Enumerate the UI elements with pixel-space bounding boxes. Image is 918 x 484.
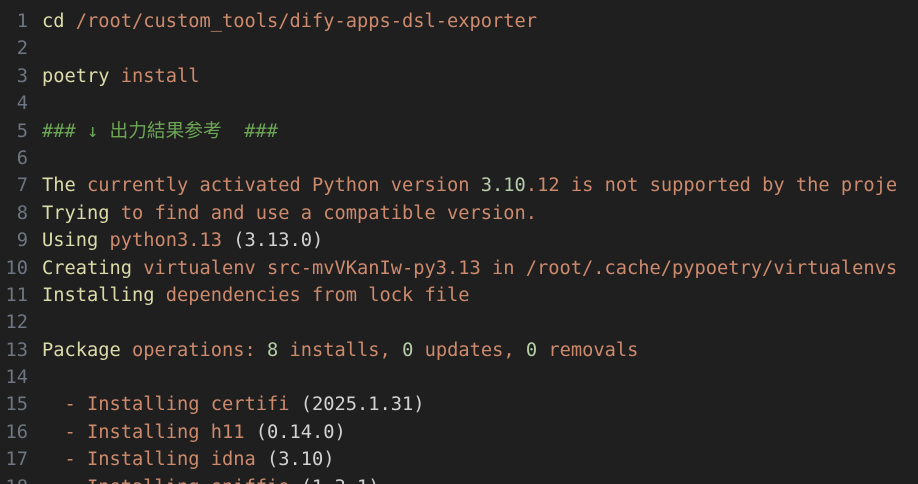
code-line[interactable]: 16 - Installing h11 (0.14.0)	[0, 419, 918, 446]
code-line[interactable]: 10 Creating virtualenv src-mvVKanIw-py3.1…	[0, 255, 918, 282]
code-line[interactable]: 3 poetry install	[0, 63, 918, 90]
line-number[interactable]: 8	[0, 200, 28, 227]
line-number[interactable]: 1	[0, 8, 28, 35]
token: installs,	[278, 340, 402, 361]
token: (1.3.1)	[301, 477, 380, 484]
token: (2025.1.31)	[301, 394, 425, 415]
line-number[interactable]: 2	[0, 35, 28, 62]
code-line-content[interactable]: - Installing sniffio (1.3.1)	[42, 474, 380, 484]
token: poetry	[42, 66, 110, 87]
line-number[interactable]: 12	[0, 309, 28, 336]
code-line[interactable]: 1 cd /root/custom_tools/dify-apps-dsl-exp…	[0, 8, 918, 35]
code-line[interactable]: 7 The currently activated Python version …	[0, 172, 918, 199]
token: updates,	[413, 340, 526, 361]
code-line-content[interactable]: poetry install	[42, 63, 200, 90]
token: dependencies from lock file	[155, 285, 470, 306]
token: cd	[42, 11, 65, 32]
code-line[interactable]: 8 Trying to find and use a compatible ver…	[0, 200, 918, 227]
token: - Installing certifi	[42, 394, 301, 415]
token: Using	[42, 230, 98, 251]
code-line-content[interactable]: cd /root/custom_tools/dify-apps-dsl-expo…	[42, 8, 537, 35]
code-editor[interactable]: 1 cd /root/custom_tools/dify-apps-dsl-exp…	[0, 0, 918, 484]
code-line[interactable]: 12	[0, 309, 918, 336]
line-number[interactable]: 17	[0, 446, 28, 473]
code-line[interactable]: 13 Package operations: 8 installs, 0 upda…	[0, 337, 918, 364]
code-line[interactable]: 5 ### ↓ 出力結果参考 ###	[0, 118, 918, 145]
code-line-content[interactable]: - Installing h11 (0.14.0)	[42, 419, 346, 446]
token: /root/custom_tools/dify-apps-dsl-exporte…	[65, 11, 538, 32]
code-line-content[interactable]: Trying to find and use a compatible vers…	[42, 200, 537, 227]
code-line-content[interactable]: Using python3.13 (3.13.0)	[42, 227, 323, 254]
token: 0	[526, 340, 537, 361]
token: currently activated Python version	[76, 175, 481, 196]
token: - Installing h11	[42, 422, 256, 443]
token: to find and use a compatible version.	[110, 203, 538, 224]
token: - Installing sniffio	[42, 477, 301, 484]
code-line-content[interactable]: Creating virtualenv src-mvVKanIw-py3.13 …	[42, 255, 897, 282]
token: ### ↓ 出力結果参考 ###	[42, 121, 278, 142]
token: (3.10)	[267, 449, 335, 470]
token: Package	[42, 340, 121, 361]
token: Installing	[42, 285, 155, 306]
code-line-content[interactable]: Installing dependencies from lock file	[42, 282, 470, 309]
line-number[interactable]: 18	[0, 474, 28, 484]
line-number[interactable]: 11	[0, 282, 28, 309]
code-line[interactable]: 11 Installing dependencies from lock file	[0, 282, 918, 309]
token: - Installing idna	[42, 449, 267, 470]
token: virtualenv src-mvVKanIw-py3.13 in /root/…	[132, 258, 897, 279]
token: 0	[402, 340, 413, 361]
token: operations:	[121, 340, 267, 361]
line-number[interactable]: 4	[0, 90, 28, 117]
line-number[interactable]: 9	[0, 227, 28, 254]
token: 3.10	[481, 175, 526, 196]
line-number[interactable]: 16	[0, 419, 28, 446]
token: Creating	[42, 258, 132, 279]
line-number[interactable]: 10	[0, 255, 28, 282]
code-line[interactable]: 2	[0, 35, 918, 62]
code-line[interactable]: 18 - Installing sniffio (1.3.1)	[0, 474, 918, 484]
token: 8	[267, 340, 278, 361]
line-number[interactable]: 6	[0, 145, 28, 172]
code-line-content[interactable]: - Installing certifi (2025.1.31)	[42, 391, 425, 418]
line-number[interactable]: 5	[0, 118, 28, 145]
token: The	[42, 175, 76, 196]
code-line-content[interactable]: ### ↓ 出力結果参考 ###	[42, 118, 278, 145]
token: Trying	[42, 203, 110, 224]
code-line[interactable]: 14	[0, 364, 918, 391]
code-line[interactable]: 15 - Installing certifi (2025.1.31)	[0, 391, 918, 418]
line-number[interactable]: 14	[0, 364, 28, 391]
line-number[interactable]: 7	[0, 172, 28, 199]
code-line[interactable]: 4	[0, 90, 918, 117]
code-line[interactable]: 17 - Installing idna (3.10)	[0, 446, 918, 473]
line-number[interactable]: 13	[0, 337, 28, 364]
line-number[interactable]: 15	[0, 391, 28, 418]
code-line-content[interactable]: The currently activated Python version 3…	[42, 172, 897, 199]
code-line-content[interactable]: - Installing idna (3.10)	[42, 446, 335, 473]
token: .12 is not supported by the proje	[526, 175, 897, 196]
code-line-content[interactable]: Package operations: 8 installs, 0 update…	[42, 337, 638, 364]
line-number[interactable]: 3	[0, 63, 28, 90]
token: (3.13.0)	[233, 230, 323, 251]
token: install	[110, 66, 200, 87]
token: python3.13	[98, 230, 233, 251]
token: (0.14.0)	[256, 422, 346, 443]
code-line[interactable]: 9 Using python3.13 (3.13.0)	[0, 227, 918, 254]
code-line[interactable]: 6	[0, 145, 918, 172]
token: removals	[537, 340, 638, 361]
